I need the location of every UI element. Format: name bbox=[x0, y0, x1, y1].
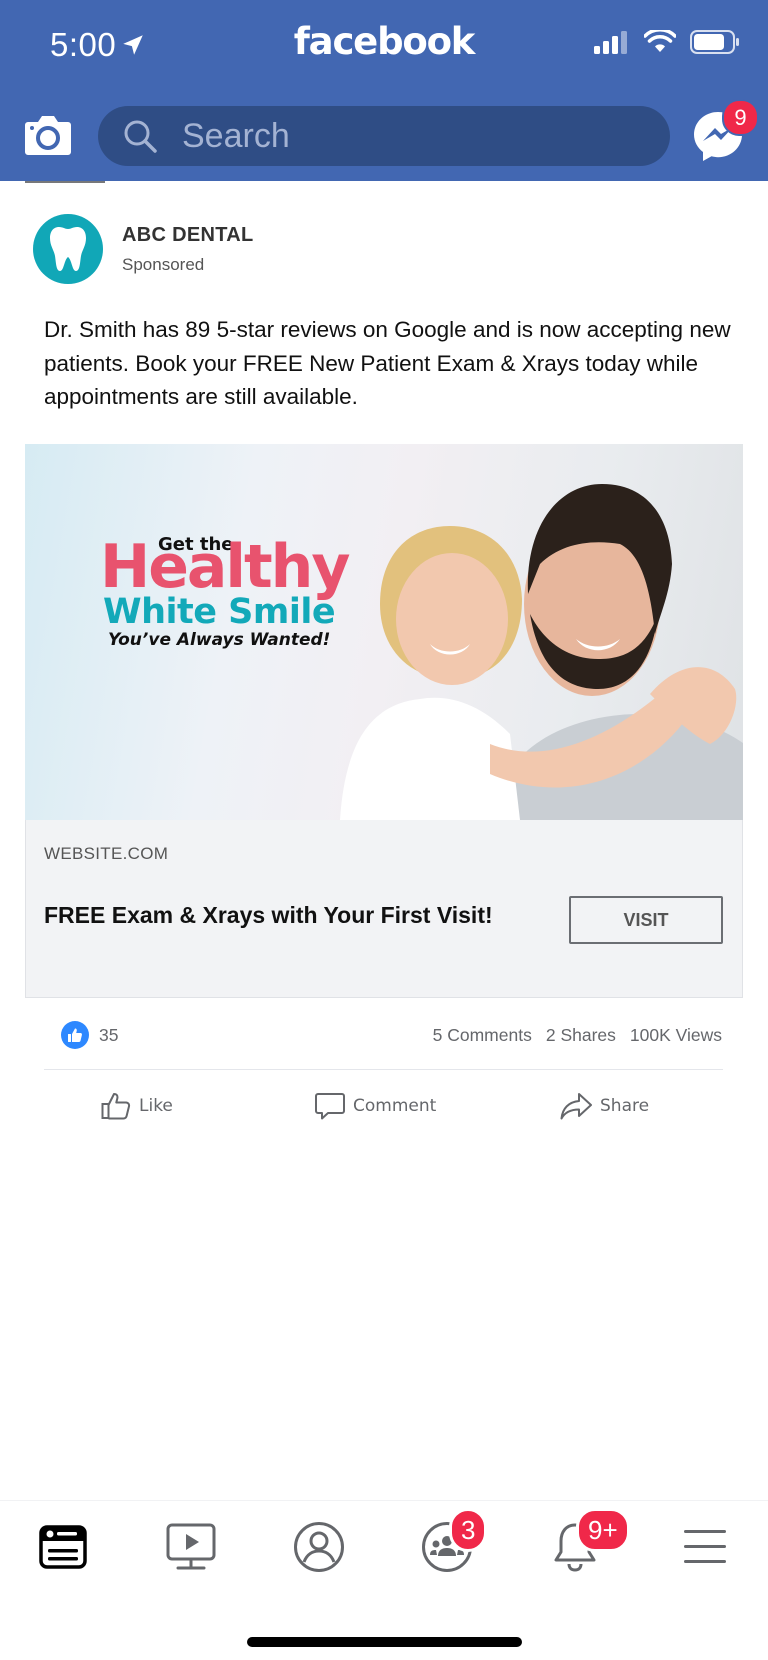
share-button[interactable]: Share bbox=[560, 1088, 649, 1124]
page-name[interactable]: ABC DENTAL bbox=[122, 224, 254, 247]
home-indicator[interactable] bbox=[247, 1637, 522, 1647]
wifi-icon bbox=[644, 30, 676, 52]
ad-photo-family-illustration bbox=[340, 484, 743, 820]
ad-headline-tagline: You’ve Always Wanted! bbox=[108, 630, 331, 650]
link-title[interactable]: FREE Exam & Xrays with Your First Visit! bbox=[44, 902, 493, 929]
tab-menu[interactable] bbox=[678, 1520, 732, 1574]
stats-divider bbox=[44, 1069, 723, 1070]
search-bar[interactable]: Search bbox=[98, 106, 670, 166]
thumbs-up-icon bbox=[68, 1028, 82, 1042]
share-arrow-icon bbox=[560, 1093, 592, 1120]
tab-news-feed[interactable] bbox=[36, 1520, 90, 1574]
post-body-text: Dr. Smith has 89 5-star reviews on Googl… bbox=[44, 317, 731, 409]
tooth-icon bbox=[50, 227, 86, 271]
top-header: 5:00 facebook Search 9 bbox=[0, 0, 768, 181]
messenger-badge: 9 bbox=[722, 99, 759, 136]
profile-icon bbox=[294, 1522, 344, 1572]
bottom-tab-bar bbox=[0, 1500, 768, 1660]
notifications-badge: 9+ bbox=[576, 1508, 630, 1552]
comment-bubble-icon bbox=[315, 1093, 345, 1120]
thumbs-up-outline-icon bbox=[101, 1093, 131, 1120]
link-domain: WEBSITE.COM bbox=[44, 844, 169, 863]
camera-button[interactable] bbox=[24, 114, 74, 158]
status-indicators bbox=[594, 30, 740, 54]
like-label: Like bbox=[139, 1096, 173, 1116]
hamburger-menu-icon bbox=[684, 1530, 726, 1563]
comments-count[interactable]: 5 Comments bbox=[433, 1025, 532, 1046]
groups-badge: 3 bbox=[449, 1508, 488, 1552]
like-reaction-badge[interactable] bbox=[61, 1021, 89, 1049]
watch-video-icon bbox=[166, 1523, 216, 1570]
search-icon bbox=[124, 120, 157, 153]
ad-headline-sub: White Smile bbox=[103, 592, 336, 632]
previous-post-edge bbox=[25, 181, 105, 183]
search-placeholder: Search bbox=[182, 116, 290, 155]
views-count: 100K Views bbox=[629, 1025, 722, 1045]
battery-icon bbox=[690, 30, 739, 54]
comment-label: Comment bbox=[353, 1096, 437, 1116]
comment-button[interactable]: Comment bbox=[315, 1088, 436, 1124]
news-feed-icon bbox=[39, 1525, 87, 1569]
tab-profile[interactable] bbox=[292, 1520, 346, 1574]
share-label: Share bbox=[600, 1096, 650, 1116]
like-button[interactable]: Like bbox=[101, 1088, 173, 1124]
post-stats: 5 Comments 2 Shares 100K Views bbox=[433, 1025, 722, 1046]
tab-watch[interactable] bbox=[164, 1520, 218, 1574]
sponsored-label: Sponsored bbox=[122, 255, 205, 274]
signal-icon bbox=[594, 31, 627, 54]
shares-count[interactable]: 2 Shares bbox=[546, 1025, 616, 1046]
page-avatar[interactable] bbox=[33, 214, 103, 284]
camera-icon bbox=[25, 116, 71, 155]
like-count[interactable]: 35 bbox=[99, 1025, 118, 1046]
visit-button[interactable]: VISIT bbox=[569, 896, 723, 944]
